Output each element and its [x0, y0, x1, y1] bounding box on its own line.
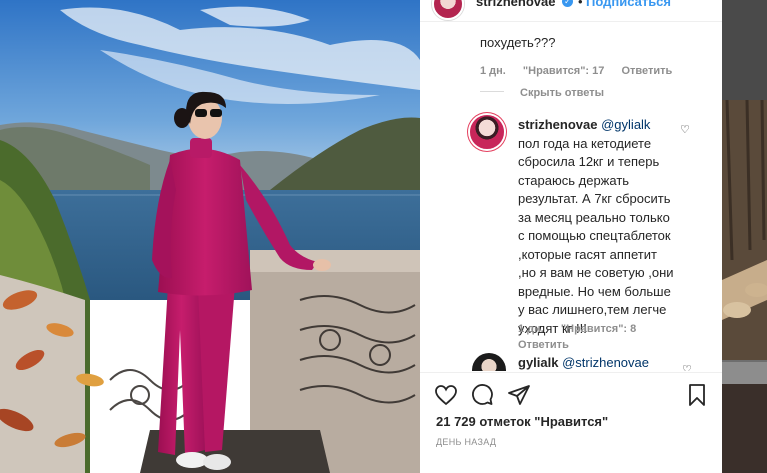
post-header: strizhenovae ✓ • Подписаться ••• — [420, 0, 722, 22]
reply-text-line: с помощью спецтаблеток — [518, 228, 671, 243]
hide-replies-row[interactable]: Скрыть ответы — [480, 83, 604, 101]
comment-time: 1 дн. — [480, 65, 506, 77]
reply-text: пол года на кетодиете сбросила 12кг и теп… — [518, 135, 698, 339]
reply-meta: 1 дн. "Нравится": 8 — [518, 323, 650, 335]
background-divider — [722, 362, 767, 384]
comment-likes[interactable]: "Нравится": 17 — [523, 65, 604, 77]
post-panel: strizhenovae ✓ • Подписаться ••• похудет… — [420, 0, 722, 473]
comment-icon[interactable] — [470, 383, 494, 412]
post-actions: 21 729 отметок "Нравится" ДЕНЬ НАЗАД — [420, 372, 722, 473]
reply-text-line: ,но я вам не советую ,они — [518, 265, 674, 280]
reply-likes[interactable]: "Нравится": 8 — [561, 323, 636, 335]
background-bottom — [722, 384, 767, 473]
reply2-mention[interactable]: @strizhenovae — [562, 355, 649, 370]
hide-replies-button[interactable]: Скрыть ответы — [520, 87, 604, 99]
comment-like-heart-icon-2[interactable]: ♡ — [682, 363, 692, 371]
reply-text-line: пол года на кетодиете — [518, 135, 652, 151]
reply-comment: strizhenovae @gylialk пол года на кетоди… — [518, 116, 698, 338]
reply-avatar[interactable] — [470, 115, 504, 149]
background-photo-peek — [722, 99, 767, 360]
post-photo[interactable] — [0, 0, 420, 473]
reply-text-line: у вас лишнего,тем легче — [518, 302, 667, 317]
reply2-comment: gylialk @strizhenovae — [518, 354, 649, 371]
more-options-icon[interactable]: ••• — [692, 0, 712, 8]
reply-text-line: за месяц реально только — [518, 209, 670, 225]
reply-text-line: стараюсь держать — [518, 172, 630, 188]
background-overlay — [722, 0, 767, 473]
post-date[interactable]: ДЕНЬ НАЗАД — [436, 437, 496, 447]
likes-count[interactable]: 21 729 отметок "Нравится" — [436, 414, 608, 429]
reply-text-line: сбросила 12кг и теперь — [518, 154, 660, 169]
reply-text-line: ,которые гасят аппетит — [518, 246, 657, 262]
reply-reply-button[interactable]: Ответить — [518, 339, 569, 351]
reply2-avatar[interactable] — [472, 353, 506, 371]
reply-meta-2: Ответить — [518, 339, 583, 351]
comments-list[interactable]: похудеть??? 1 дн. "Нравится": 17 Ответит… — [420, 23, 722, 371]
reply-line-divider — [480, 91, 504, 93]
reply-text-line: результат. А 7кг сбросить — [518, 191, 671, 206]
heart-icon[interactable] — [434, 383, 458, 412]
separator-dot: • — [578, 0, 583, 9]
reply-username[interactable]: strizhenovae — [518, 117, 597, 132]
reply2-username[interactable]: gylialk — [518, 355, 558, 370]
author-username[interactable]: strizhenovae — [476, 0, 555, 9]
comment-like-heart-icon[interactable]: ♡ — [680, 123, 690, 136]
reply-time: 1 дн. — [518, 323, 544, 335]
share-icon[interactable] — [507, 383, 531, 412]
background-top — [722, 0, 767, 100]
comment-meta: 1 дн. "Нравится": 17 Ответить — [480, 65, 686, 77]
author-avatar[interactable] — [432, 0, 464, 20]
bookmark-icon[interactable] — [686, 383, 708, 412]
reply-mention[interactable]: @gylialk — [601, 117, 650, 132]
verified-badge-icon: ✓ — [562, 0, 573, 7]
comment-text-tail: похудеть??? — [480, 35, 556, 50]
follow-button[interactable]: Подписаться — [586, 0, 671, 9]
reply-text-line: вредные. Но чем больше — [518, 283, 671, 299]
reply-button[interactable]: Ответить — [621, 65, 672, 77]
